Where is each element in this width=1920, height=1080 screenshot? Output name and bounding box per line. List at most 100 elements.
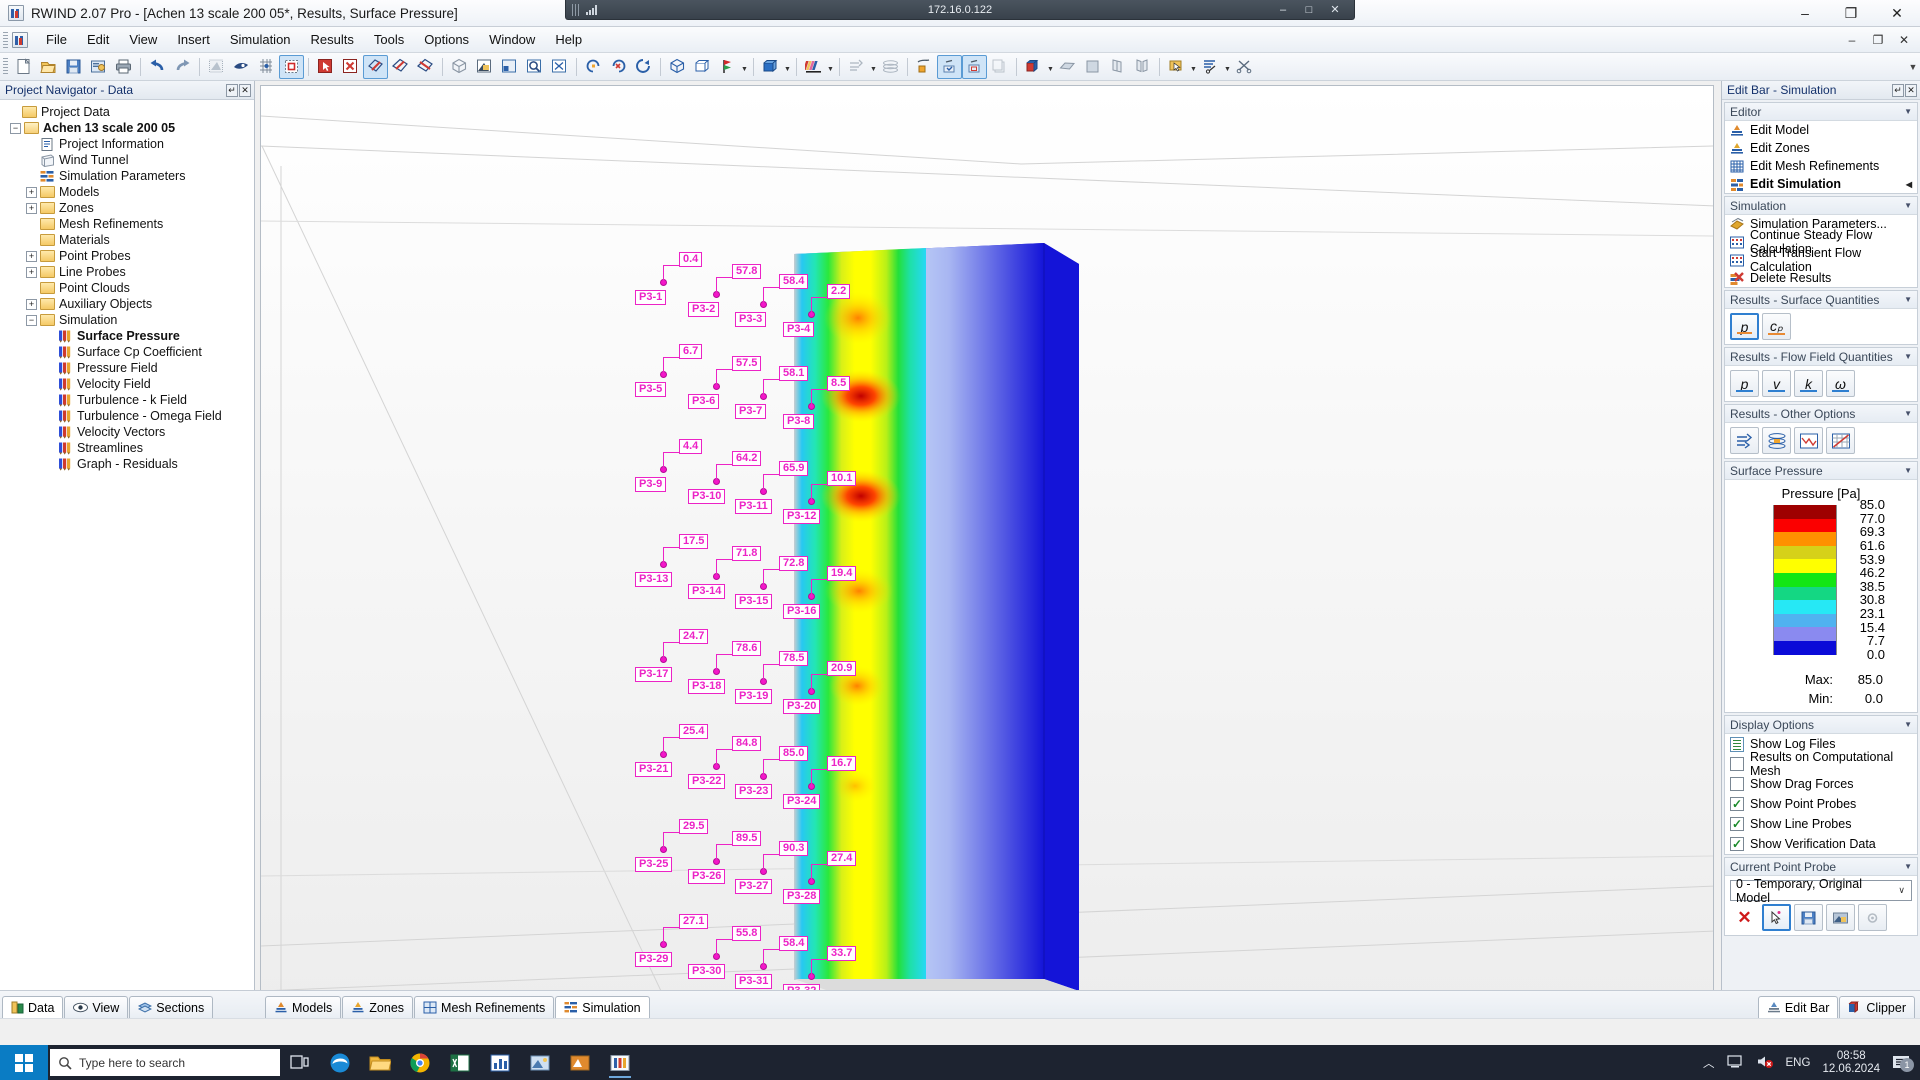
taskbar-edge-icon[interactable] xyxy=(320,1045,360,1080)
remote-minimize-button[interactable]: – xyxy=(1270,0,1296,20)
chevron-down-icon[interactable]: ▼ xyxy=(1904,107,1912,116)
zoom-magnifier-button[interactable] xyxy=(522,55,547,79)
chevron-down-icon[interactable]: ▼ xyxy=(1904,352,1912,361)
tree-item-wind-tunnel[interactable]: Wind Tunnel xyxy=(0,152,254,168)
split-view-button[interactable] xyxy=(1130,55,1155,79)
edit-zones-item[interactable]: Edit Zones xyxy=(1725,139,1917,157)
display-option-show-point-probes[interactable]: ✓Show Point Probes xyxy=(1725,794,1917,814)
tree-item-velocity-field[interactable]: Velocity Field xyxy=(0,376,254,392)
menu-item-file[interactable]: File xyxy=(36,28,77,51)
chevron-down-icon[interactable]: ▼ xyxy=(1904,409,1912,418)
streamlines-button[interactable] xyxy=(1762,427,1791,454)
save-as-button[interactable] xyxy=(86,55,111,79)
vectors-button[interactable] xyxy=(844,55,869,79)
taskbar-rwind-icon[interactable] xyxy=(600,1045,640,1080)
zoom-fit-button[interactable] xyxy=(547,55,572,79)
toolbar-overflow-button[interactable]: ▼ xyxy=(1906,62,1920,72)
display-options-header[interactable]: Display Options ▼ xyxy=(1725,716,1917,734)
vectors-dropdown[interactable]: ▼ xyxy=(869,55,878,79)
rotate-view-button[interactable] xyxy=(363,55,388,79)
remote-close-button[interactable]: ✕ xyxy=(1322,0,1348,20)
streamlines-button[interactable] xyxy=(878,55,903,79)
taskbar-excel-icon[interactable] xyxy=(440,1045,480,1080)
edit-mesh-refinements-item[interactable]: Edit Mesh Refinements xyxy=(1725,157,1917,175)
rotate-left-button[interactable] xyxy=(581,55,606,79)
clipper-dropdown[interactable]: ▼ xyxy=(1046,55,1055,79)
tree-item-project-information[interactable]: Project Information xyxy=(0,136,254,152)
probe-point-button[interactable] xyxy=(912,55,937,79)
save-probe-button[interactable] xyxy=(1794,904,1823,931)
copy-view-button[interactable] xyxy=(987,55,1012,79)
menu-item-simulation[interactable]: Simulation xyxy=(220,28,301,51)
render-shaded-button[interactable] xyxy=(472,55,497,79)
surface-pressure-header[interactable]: Surface Pressure ▼ xyxy=(1725,462,1917,480)
tab-sections[interactable]: Sections xyxy=(129,996,213,1018)
settings-probe-button[interactable] xyxy=(1858,904,1887,931)
pin-marker-button[interactable] xyxy=(715,55,740,79)
save-button[interactable] xyxy=(61,55,86,79)
plane-view-button[interactable] xyxy=(1055,55,1080,79)
tab-zones[interactable]: Zones xyxy=(342,996,413,1018)
cut-tool-button[interactable] xyxy=(1198,55,1223,79)
solid-render-dropdown[interactable]: ▼ xyxy=(783,55,792,79)
tree-expander[interactable]: + xyxy=(26,267,37,278)
iso-view-button[interactable] xyxy=(447,55,472,79)
tree-item-graph-residuals[interactable]: Graph - Residuals xyxy=(0,456,254,472)
clipper-button[interactable] xyxy=(1021,55,1046,79)
cut-tool-dropdown[interactable]: ▼ xyxy=(1223,55,1232,79)
checkbox[interactable]: ✓ xyxy=(1730,817,1744,831)
cp-button[interactable]: cₚ xyxy=(1762,313,1791,340)
tree-item-auxiliary-objects[interactable]: +Auxiliary Objects xyxy=(0,296,254,312)
tree-item-simulation-parameters[interactable]: Simulation Parameters xyxy=(0,168,254,184)
menu-grip-icon[interactable] xyxy=(3,32,8,48)
tree-item-turbulence-omega-field[interactable]: Turbulence - Omega Field xyxy=(0,408,254,424)
selection-box-button[interactable] xyxy=(279,55,304,79)
undo-button[interactable] xyxy=(145,55,170,79)
mesh-grid-button[interactable] xyxy=(254,55,279,79)
tree-item-point-probes[interactable]: +Point Probes xyxy=(0,248,254,264)
3d-viewport[interactable]: 0.4P3-157.8P3-258.4P3-32.2P3-46.7P3-557.… xyxy=(260,85,1714,1001)
redo-button[interactable] xyxy=(170,55,195,79)
tab-edit-bar[interactable]: Edit Bar xyxy=(1758,996,1838,1018)
menu-item-view[interactable]: View xyxy=(119,28,167,51)
surface-quantities-header[interactable]: Results - Surface Quantities ▼ xyxy=(1725,291,1917,309)
menu-item-results[interactable]: Results xyxy=(301,28,364,51)
taskbar-chrome-icon[interactable] xyxy=(400,1045,440,1080)
task-view-button[interactable] xyxy=(280,1045,320,1080)
tree-item-velocity-vectors[interactable]: Velocity Vectors xyxy=(0,424,254,440)
chevron-down-icon[interactable]: ∨ xyxy=(1898,885,1905,896)
menu-item-tools[interactable]: Tools xyxy=(364,28,414,51)
print-button[interactable] xyxy=(111,55,136,79)
point-probes-toggle[interactable] xyxy=(937,55,962,79)
flow-pressure-button[interactable]: p xyxy=(1730,370,1759,397)
tree-item-surface-pressure[interactable]: Surface Pressure xyxy=(0,328,254,344)
flow-field-quantities-header[interactable]: Results - Flow Field Quantities ▼ xyxy=(1725,348,1917,366)
network-icon[interactable] xyxy=(1727,1054,1744,1072)
surface-view-button[interactable] xyxy=(1080,55,1105,79)
velocity-button[interactable]: v xyxy=(1762,370,1791,397)
window-minimize-button[interactable]: – xyxy=(1782,0,1828,27)
tree-item-materials[interactable]: Materials xyxy=(0,232,254,248)
volume-muted-icon[interactable] xyxy=(1756,1054,1774,1072)
chevron-down-icon[interactable]: ▼ xyxy=(1904,201,1912,210)
line-probes-toggle[interactable] xyxy=(962,55,987,79)
tab-models[interactable]: Models xyxy=(265,996,341,1018)
checkbox[interactable] xyxy=(1730,777,1744,791)
scissors-button[interactable] xyxy=(1232,55,1257,79)
menu-item-edit[interactable]: Edit xyxy=(77,28,119,51)
turbulence-omega-button[interactable]: ω xyxy=(1826,370,1855,397)
chevron-down-icon[interactable]: ▼ xyxy=(1904,295,1912,304)
edit-model-item[interactable]: Edit Model xyxy=(1725,121,1917,139)
language-indicator[interactable]: ENG xyxy=(1786,1057,1811,1069)
tree-item-streamlines[interactable]: Streamlines xyxy=(0,440,254,456)
taskbar-search[interactable]: Type here to search xyxy=(50,1049,280,1076)
tree-expander[interactable]: + xyxy=(26,251,37,262)
pick-probe-button[interactable] xyxy=(1762,904,1791,931)
doc-minimize-button[interactable]: – xyxy=(1840,30,1864,50)
zoom-window-button[interactable] xyxy=(497,55,522,79)
editor-group-header[interactable]: Editor ▼ xyxy=(1725,103,1917,121)
navigator-close-button[interactable]: ✕ xyxy=(239,84,251,97)
checkbox[interactable]: ✓ xyxy=(1730,797,1744,811)
checkbox[interactable] xyxy=(1730,757,1744,771)
tree-item-turbulence-k-field[interactable]: Turbulence - k Field xyxy=(0,392,254,408)
